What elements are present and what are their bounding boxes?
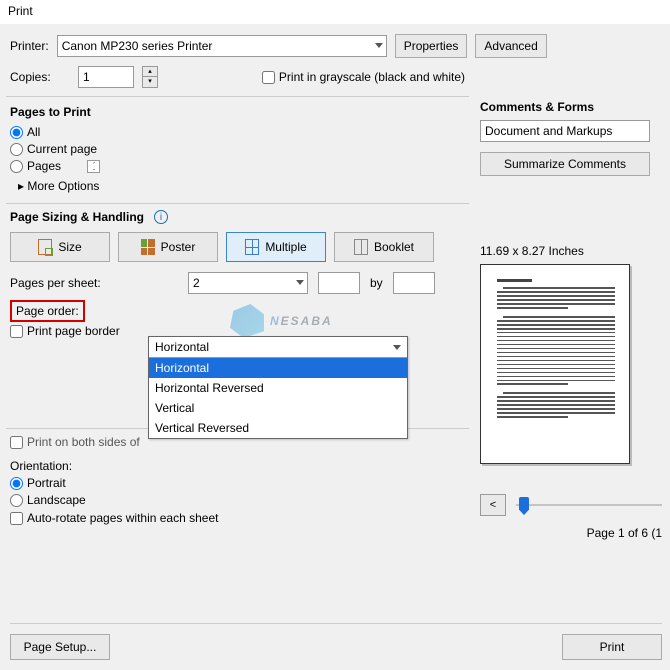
radio-all-label: All [27,125,40,139]
pps-select[interactable]: 2 [188,272,308,294]
comments-forms-select[interactable]: Document and Markups [480,120,650,142]
copies-label: Copies: [10,70,70,84]
booklet-icon [354,239,368,255]
radio-pages-label: Pages [27,159,83,173]
radio-portrait-label: Portrait [27,476,66,490]
preview-slider-thumb[interactable] [519,497,529,515]
radio-pages-row[interactable]: Pages [10,159,465,173]
pps-label: Pages per sheet: [10,276,150,290]
page-order-option-horizontal-reversed[interactable]: Horizontal Reversed [149,378,407,398]
printer-label: Printer: [10,39,49,53]
watermark-rest: ESABA [281,314,333,328]
printer-select[interactable]: Canon MP230 series Printer [57,35,387,57]
autorotate-row[interactable]: Auto-rotate pages within each sheet [10,511,465,525]
orientation-label: Orientation: [10,459,465,473]
properties-button[interactable]: Properties [395,34,468,58]
poster-button[interactable]: Poster [118,232,218,262]
radio-current-label: Current page [27,142,97,156]
watermark: NESABA [230,304,333,338]
pages-range-input[interactable] [87,160,100,173]
page-setup-button[interactable]: Page Setup... [10,634,110,660]
page-order-option-vertical-reversed[interactable]: Vertical Reversed [149,418,407,438]
page-order-label: Page order: [16,304,79,318]
page-order-label-wrap: Page order: [10,304,140,318]
page-order-option-vertical[interactable]: Vertical [149,398,407,418]
watermark-n: N [270,314,281,328]
autorotate-label: Auto-rotate pages within each sheet [27,511,218,525]
radio-all-row[interactable]: All [10,125,465,139]
size-icon [38,239,52,255]
custom-cols-input[interactable] [318,272,360,294]
radio-portrait[interactable] [10,477,23,490]
poster-icon [141,239,155,255]
copies-input[interactable] [78,66,134,88]
grayscale-checkbox-row[interactable]: Print in grayscale (black and white) [262,70,465,84]
by-label: by [370,276,383,290]
info-icon[interactable]: i [154,210,168,224]
size-button[interactable]: Size [10,232,110,262]
right-column: Comments & Forms Document and Markups Su… [480,36,662,540]
radio-landscape-label: Landscape [27,493,86,507]
both-sides-checkbox[interactable] [10,436,23,449]
page-order-dropdown: Horizontal Horizontal Horizontal Reverse… [148,336,408,439]
radio-pages[interactable] [10,160,23,173]
radio-current-row[interactable]: Current page [10,142,465,156]
bottom-bar: Page Setup... Print [10,623,662,660]
summarize-comments-button[interactable]: Summarize Comments [480,152,650,176]
preview-slider-track[interactable] [516,504,662,506]
custom-rows-input[interactable] [393,272,435,294]
page-order-highlight: Page order: [10,300,85,322]
comments-forms-title: Comments & Forms [480,100,662,114]
poster-button-label: Poster [161,240,196,254]
radio-current[interactable] [10,143,23,156]
copies-up[interactable]: ▴ [143,67,157,77]
page-preview [480,264,630,464]
radio-landscape[interactable] [10,494,23,507]
radio-landscape-row[interactable]: Landscape [10,493,465,507]
multiple-icon [245,239,259,255]
more-options-toggle[interactable]: More Options [18,179,465,193]
sizing-segment: Size Poster Multiple Booklet [10,232,465,262]
autorotate-checkbox[interactable] [10,512,23,525]
size-button-label: Size [58,240,81,254]
booklet-button-label: Booklet [374,240,414,254]
comments-forms-value: Document and Markups [485,124,612,138]
pages-to-print-title: Pages to Print [10,105,465,119]
preview-prev-button[interactable]: < [480,494,506,516]
copies-down[interactable]: ▾ [143,77,157,87]
sizing-title: Page Sizing & Handling [10,210,144,224]
printer-select-wrap: Canon MP230 series Printer [57,35,387,57]
window-title: Print [0,0,670,22]
left-column: Printer: Canon MP230 series Printer Prop… [10,34,465,525]
copies-spinner: ▴ ▾ [142,66,158,88]
print-button[interactable]: Print [562,634,662,660]
both-sides-label: Print on both sides of [27,435,140,449]
page-order-option-horizontal[interactable]: Horizontal [149,358,407,378]
print-border-checkbox[interactable] [10,325,23,338]
grayscale-checkbox[interactable] [262,71,275,84]
radio-portrait-row[interactable]: Portrait [10,476,465,490]
grayscale-label: Print in grayscale (black and white) [279,70,465,84]
print-dialog-body: Printer: Canon MP230 series Printer Prop… [0,24,670,670]
booklet-button[interactable]: Booklet [334,232,434,262]
preview-dimensions: 11.69 x 8.27 Inches [480,244,662,258]
radio-all[interactable] [10,126,23,139]
print-border-label: Print page border [27,324,120,338]
watermark-logo-icon [230,304,264,338]
page-order-current[interactable]: Horizontal [149,337,407,358]
preview-page-count: Page 1 of 6 (1 [480,526,662,540]
multiple-button-label: Multiple [265,240,306,254]
multiple-button[interactable]: Multiple [226,232,326,262]
